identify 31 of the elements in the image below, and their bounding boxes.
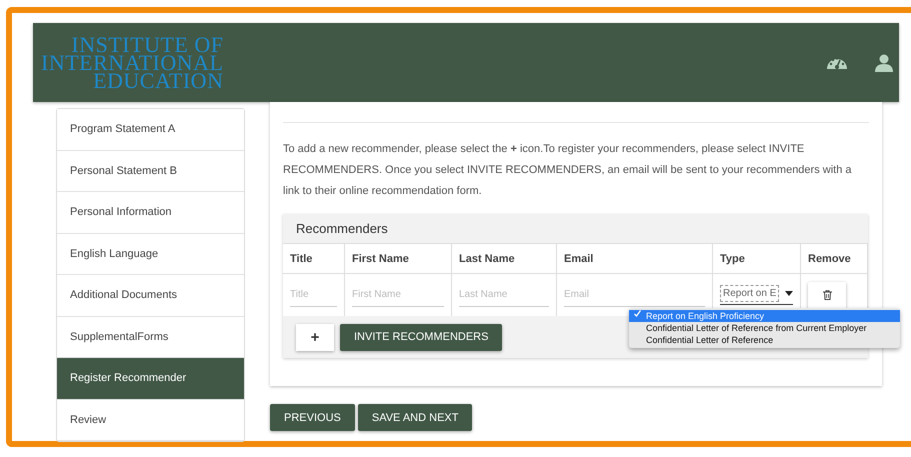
first-name-field[interactable]: First Name: [352, 283, 444, 307]
instructions-text: To add a new recommender, please select the + icon.To register your recommenders, please select INVITE RECOMMENDERS. Once you select INVITE RECOMMENDERS, an email will be sent to your recommenders with a link to their online recommendation form.: [283, 142, 852, 199]
sidebar-item[interactable]: Personal Statement B: [57, 150, 244, 192]
sidebar-item[interactable]: English Language: [57, 234, 244, 275]
dropdown-option[interactable]: Confidential Letter of Reference: [629, 334, 900, 346]
delete-button[interactable]: [808, 282, 846, 308]
logo: INSTITUTE OF INTERNATIONAL EDUCATION: [41, 36, 224, 90]
save-next-button[interactable]: SAVE AND NEXT: [358, 404, 472, 431]
last-name-field[interactable]: Last Name: [459, 283, 549, 307]
sidebar-item[interactable]: Program Statement A: [57, 109, 244, 150]
user-icon[interactable]: [875, 54, 893, 72]
sidebar-item[interactable]: Register Recommender: [57, 358, 244, 400]
check-icon: [634, 310, 641, 317]
title-field[interactable]: Title: [290, 283, 337, 307]
caret-icon: [785, 291, 794, 296]
add-button[interactable]: +: [296, 324, 334, 350]
dropdown-option[interactable]: Confidential Letter of Reference from Current Employer: [629, 322, 900, 334]
column-header: Type: [713, 243, 801, 274]
column-header: Last Name: [452, 243, 557, 274]
column-header: First Name: [345, 243, 452, 274]
sidebar-item[interactable]: Review: [57, 400, 244, 441]
email-field[interactable]: Email: [564, 283, 705, 307]
card-title: Recommenders: [295, 220, 389, 238]
column-header: Remove: [801, 243, 868, 274]
dropdown-option[interactable]: Report on English Proficiency: [629, 310, 900, 322]
sidebar-item[interactable]: SupplementalForms: [57, 316, 244, 358]
column-header: Email: [557, 243, 713, 274]
previous-button[interactable]: PREVIOUS: [270, 404, 355, 431]
trash-icon: [822, 290, 832, 300]
invite-button[interactable]: INVITE RECOMMENDERS: [340, 324, 502, 350]
column-header: Title: [283, 243, 345, 274]
